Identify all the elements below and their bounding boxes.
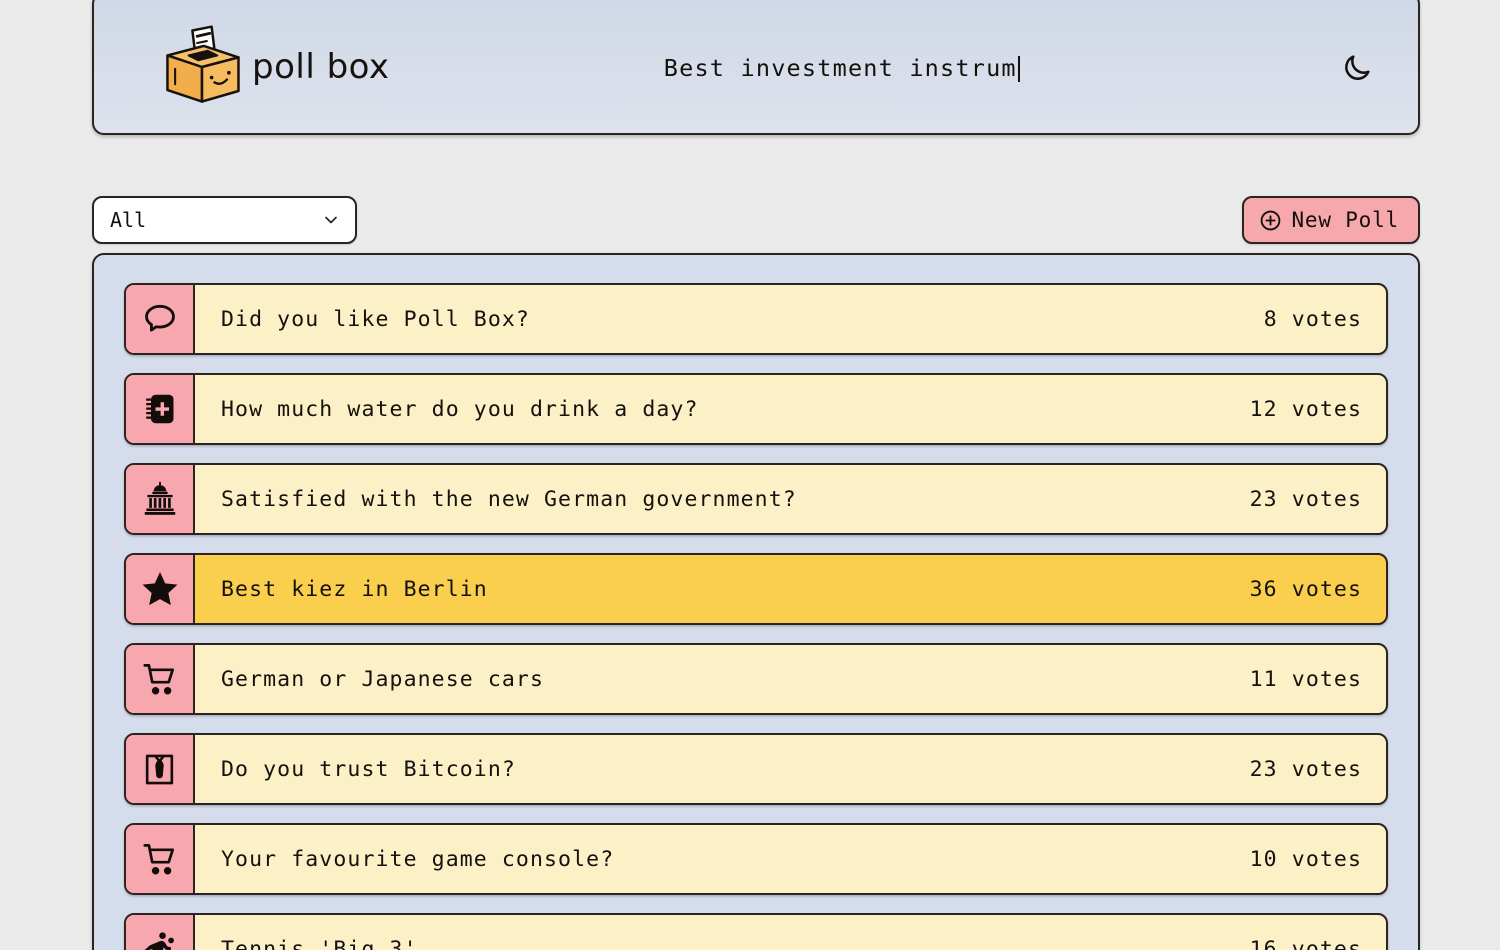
poll-icon-cell bbox=[126, 375, 195, 443]
poll-row-body: Satisfied with the new German government… bbox=[195, 465, 1386, 533]
poll-vote-count: 16 votes bbox=[1249, 936, 1362, 950]
poll-row-body: Best kiez in Berlin 36 votes bbox=[195, 555, 1386, 623]
poll-row[interactable]: Your favourite game console? 10 votes bbox=[124, 823, 1388, 895]
header-center: Best investment instrum bbox=[350, 54, 1334, 82]
category-filter-value: All bbox=[110, 208, 147, 232]
star-icon bbox=[140, 569, 180, 609]
moon-icon bbox=[1341, 52, 1373, 84]
shirt-tie-icon bbox=[141, 751, 178, 788]
poll-icon-cell bbox=[126, 825, 195, 893]
poll-icon-cell bbox=[126, 555, 195, 623]
poll-vote-count: 36 votes bbox=[1249, 576, 1362, 602]
poll-row-body: Your favourite game console? 10 votes bbox=[195, 825, 1386, 893]
poll-question: Do you trust Bitcoin? bbox=[221, 756, 516, 782]
poll-icon-cell bbox=[126, 645, 195, 713]
poll-question: Your favourite game console? bbox=[221, 846, 615, 872]
poll-icon-cell bbox=[126, 285, 195, 353]
new-poll-button[interactable]: New Poll bbox=[1242, 196, 1420, 244]
plus-circle-icon bbox=[1259, 209, 1282, 232]
poll-row[interactable]: Best kiez in Berlin 36 votes bbox=[124, 553, 1388, 625]
comment-icon bbox=[141, 300, 179, 338]
page-title: Best investment instrum bbox=[664, 54, 1020, 82]
poll-icon-cell bbox=[126, 915, 195, 950]
poll-icon-cell bbox=[126, 465, 195, 533]
new-poll-button-label: New Poll bbox=[1291, 208, 1399, 232]
poll-vote-count: 12 votes bbox=[1249, 396, 1362, 422]
poll-row[interactable]: Did you like Poll Box? 8 votes bbox=[124, 283, 1388, 355]
poll-row[interactable]: Do you trust Bitcoin? 23 votes bbox=[124, 733, 1388, 805]
ballot-box-icon bbox=[154, 19, 250, 115]
poll-question: Tennis 'Big 3' bbox=[221, 936, 418, 950]
poll-row[interactable]: German or Japanese cars 11 votes bbox=[124, 643, 1388, 715]
poll-vote-count: 10 votes bbox=[1249, 846, 1362, 872]
medical-book-icon bbox=[142, 391, 178, 427]
poll-row-body: Did you like Poll Box? 8 votes bbox=[195, 285, 1386, 353]
poll-row[interactable]: Satisfied with the new German government… bbox=[124, 463, 1388, 535]
poll-question: Satisfied with the new German government… bbox=[221, 486, 797, 512]
volleyball-player-icon bbox=[141, 930, 179, 950]
poll-vote-count: 23 votes bbox=[1249, 756, 1362, 782]
theme-toggle-button[interactable] bbox=[1334, 45, 1380, 91]
poll-row-body: How much water do you drink a day? 12 vot… bbox=[195, 375, 1386, 443]
poll-vote-count: 8 votes bbox=[1263, 306, 1362, 332]
chevron-down-icon bbox=[321, 210, 341, 230]
poll-question: Did you like Poll Box? bbox=[221, 306, 530, 332]
app-header: poll box Best investment instrum bbox=[92, 0, 1420, 135]
poll-row[interactable]: How much water do you drink a day? 12 vot… bbox=[124, 373, 1388, 445]
category-filter-select[interactable]: All bbox=[92, 196, 357, 244]
poll-vote-count: 11 votes bbox=[1249, 666, 1362, 692]
poll-question: How much water do you drink a day? bbox=[221, 396, 699, 422]
poll-row-body: German or Japanese cars 11 votes bbox=[195, 645, 1386, 713]
poll-question: Best kiez in Berlin bbox=[221, 576, 488, 602]
poll-icon-cell bbox=[126, 735, 195, 803]
controls-row: All New Poll bbox=[92, 195, 1420, 245]
poll-list: Did you like Poll Box? 8 votes How much w… bbox=[124, 283, 1388, 950]
poll-list-panel: Did you like Poll Box? 8 votes How much w… bbox=[92, 253, 1420, 950]
poll-vote-count: 23 votes bbox=[1249, 486, 1362, 512]
poll-row[interactable]: Tennis 'Big 3' 16 votes bbox=[124, 913, 1388, 950]
capitol-icon bbox=[141, 480, 179, 518]
poll-row-body: Tennis 'Big 3' 16 votes bbox=[195, 915, 1386, 950]
shopping-cart-icon bbox=[141, 660, 179, 698]
poll-question: German or Japanese cars bbox=[221, 666, 545, 692]
poll-row-body: Do you trust Bitcoin? 23 votes bbox=[195, 735, 1386, 803]
shopping-cart-icon bbox=[141, 840, 179, 878]
